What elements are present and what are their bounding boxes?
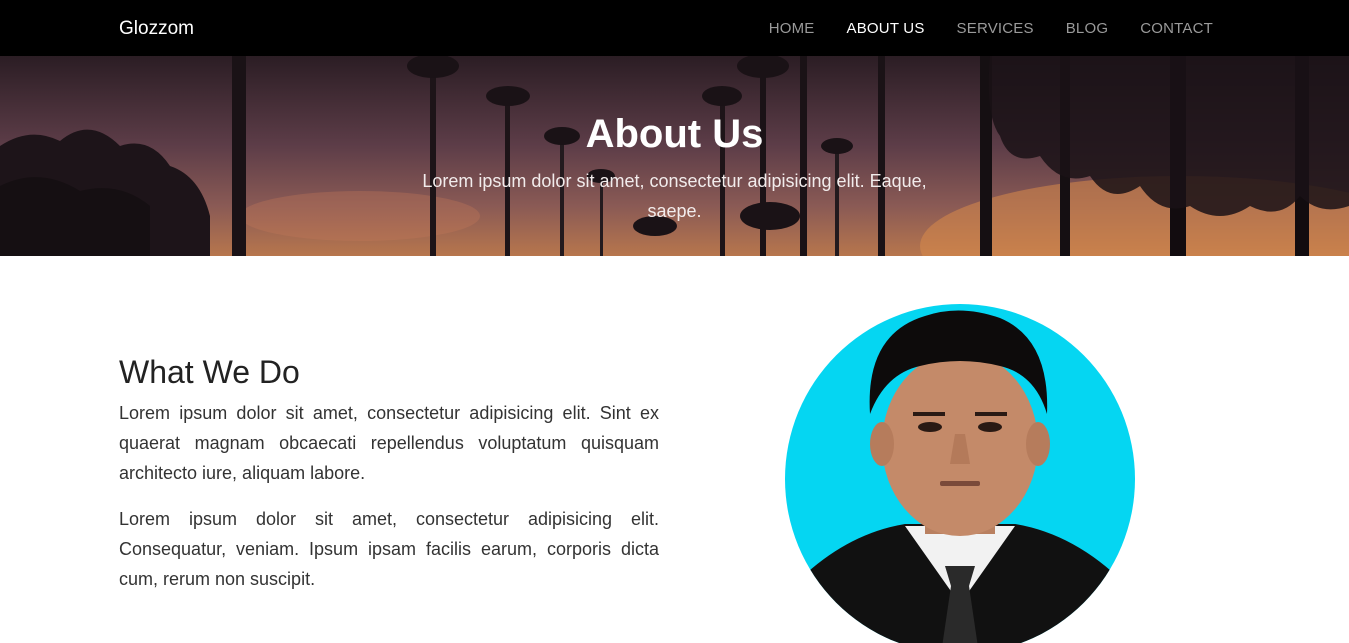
- nav-about-us[interactable]: ABOUT US: [847, 20, 925, 37]
- navbar: Glozzom HOME ABOUT US SERVICES BLOG CONT…: [0, 0, 1349, 56]
- hero-subtitle: Lorem ipsum dolor sit amet, consectetur …: [422, 171, 927, 221]
- main-nav: HOME ABOUT US SERVICES BLOG CONTACT: [737, 0, 1213, 56]
- brand-logo[interactable]: Glozzom: [119, 17, 194, 41]
- nav-home[interactable]: HOME: [769, 20, 815, 37]
- section-title: What We Do: [119, 354, 300, 390]
- person-portrait-image: [786, 310, 1134, 643]
- nav-contact[interactable]: CONTACT: [1140, 20, 1213, 37]
- section-paragraph-1: Lorem ipsum dolor sit amet, consectetur …: [119, 403, 659, 483]
- section-paragraph-2: Lorem ipsum dolor sit amet, consectetur …: [119, 509, 659, 589]
- hero-banner: About Us Lorem ipsum dolor sit amet, con…: [0, 56, 1349, 256]
- nav-services[interactable]: SERVICES: [957, 20, 1034, 37]
- profile-photo: [785, 304, 1135, 643]
- hero-title: About Us: [585, 112, 764, 156]
- nav-blog[interactable]: BLOG: [1066, 20, 1108, 37]
